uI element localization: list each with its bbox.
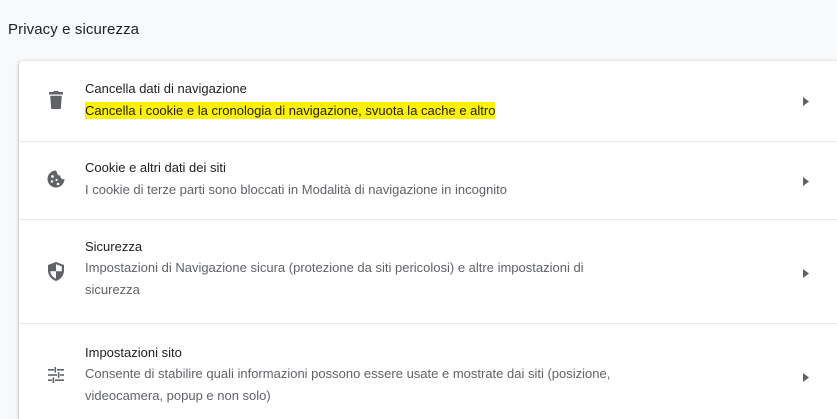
row-title: Cookie e altri dati dei siti [85,160,226,175]
chevron-right-icon [801,176,811,186]
row-subtitle-line: Consente di stabilire quali informazioni… [85,366,611,381]
row-subtitle: Impostazioni di Navigazione sicura (prot… [85,257,745,301]
row-text: Cookie e altri dati dei siti I cookie di… [85,159,745,201]
settings-page: Privacy e sicurezza Cancella dati di nav… [0,0,837,419]
privacy-card: Cancella dati di navigazione Cancella i … [19,61,837,419]
row-subtitle-line: videocamera, popup e non solo) [85,388,271,403]
chevron-right-icon [801,268,811,278]
row-clear-browsing-data[interactable]: Cancella dati di navigazione Cancella i … [19,61,837,141]
row-title: Cancella dati di navigazione [85,81,247,96]
chevron-right-icon [801,96,811,106]
shield-icon [45,260,67,282]
row-subtitle: Consente di stabilire quali informazioni… [85,363,745,407]
row-subtitle: Cancella i cookie e la cronologia di nav… [85,100,745,122]
chevron-right-icon [801,372,811,382]
row-subtitle: I cookie di terze parti sono bloccati in… [85,182,508,197]
row-text: Sicurezza Impostazioni di Navigazione si… [85,238,745,301]
tune-icon [45,364,67,386]
row-site-settings[interactable]: Impostazioni sito Consente di stabilire … [19,323,837,419]
row-text: Cancella dati di navigazione Cancella i … [85,80,745,122]
row-cookies[interactable]: Cookie e altri dati dei siti I cookie di… [19,141,837,219]
row-text: Impostazioni sito Consente di stabilire … [85,344,745,407]
cookie-icon [45,168,67,190]
section-title: Privacy e sicurezza [8,21,140,38]
row-security[interactable]: Sicurezza Impostazioni di Navigazione si… [19,219,837,323]
trash-icon [45,89,67,111]
row-subtitle-line: Impostazioni di Navigazione sicura (prot… [85,260,584,275]
row-title: Impostazioni sito [85,345,182,360]
row-subtitle-line: sicurezza [85,282,140,297]
highlighted-text: Cancella i cookie e la cronologia di nav… [85,102,496,119]
row-title: Sicurezza [85,239,143,254]
